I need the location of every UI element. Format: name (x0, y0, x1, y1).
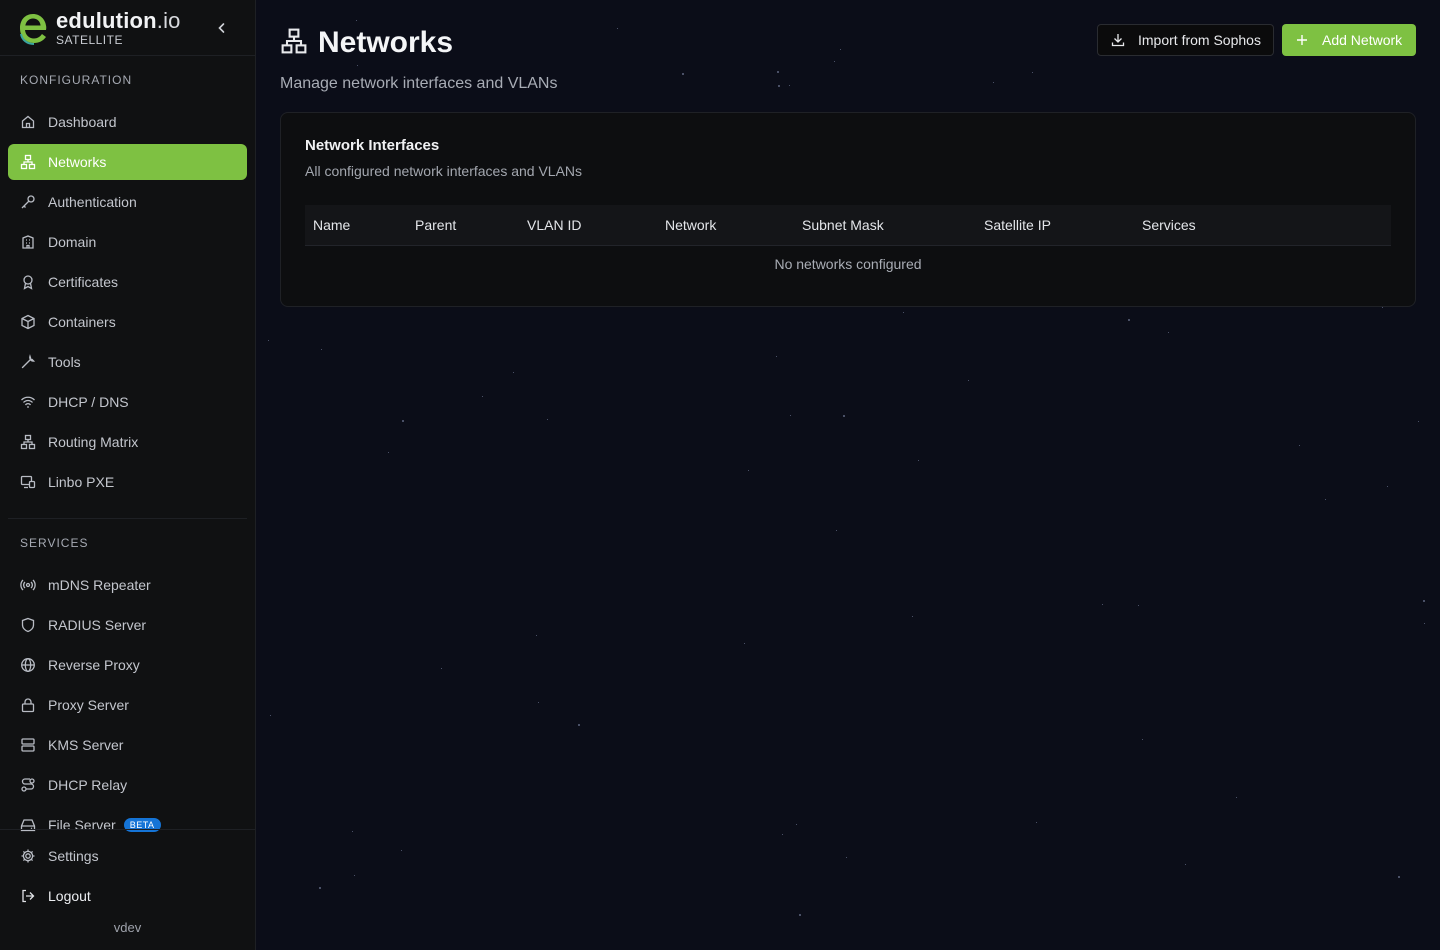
gear-icon (20, 848, 36, 864)
page-header: Networks Manage network interfaces and V… (280, 24, 557, 93)
logout-label: Logout (48, 888, 91, 904)
sidebar-item-label: File Server (48, 817, 116, 833)
home-icon (20, 114, 36, 130)
sidebar-item-label: Linbo PXE (48, 474, 115, 490)
section-title-services: SERVICES (20, 536, 89, 550)
column-header-services[interactable]: Services (1142, 217, 1196, 233)
card-description: All configured network interfaces and VL… (305, 163, 583, 179)
sidebar-item-label: Authentication (48, 194, 137, 210)
sidebar-item-linbo-pxe[interactable]: Linbo PXE (8, 464, 247, 500)
sidebar-item-proxy-server[interactable]: Proxy Server (8, 687, 247, 723)
sidebar-item-settings[interactable]: Settings (8, 838, 247, 874)
empty-state-message: No networks configured (774, 256, 922, 272)
column-header-parent[interactable]: Parent (415, 217, 456, 233)
sidebar-item-label: DHCP / DNS (48, 394, 129, 410)
add-network-button[interactable]: Add Network (1282, 24, 1416, 56)
sidebar-item-radius-server[interactable]: RADIUS Server (8, 607, 247, 643)
sidebar: edulution.io SATELLITE KONFIGURATION Das… (0, 0, 256, 950)
edulution-logo-icon (18, 10, 48, 46)
network-icon (280, 27, 308, 60)
sidebar-item-label: Networks (48, 154, 107, 170)
sidebar-item-tools[interactable]: Tools (8, 344, 247, 380)
sidebar-item-label: DHCP Relay (48, 777, 128, 793)
sidebar-item-certificates[interactable]: Certificates (8, 264, 247, 300)
column-header-subnet-mask[interactable]: Subnet Mask (802, 217, 884, 233)
sidebar-item-routing-matrix[interactable]: Routing Matrix (8, 424, 247, 460)
key-icon (20, 194, 36, 210)
route-icon (20, 777, 36, 793)
column-header-satellite-ip[interactable]: Satellite IP (984, 217, 1051, 233)
card-title: Network Interfaces (305, 137, 440, 154)
column-header-name[interactable]: Name (313, 217, 350, 233)
sidebar-item-dhcp-relay[interactable]: DHCP Relay (8, 767, 247, 803)
globe-icon (20, 657, 36, 673)
settings-label: Settings (48, 848, 99, 864)
import-from-sophos-button[interactable]: Import from Sophos (1097, 24, 1274, 56)
plus-icon (1294, 32, 1310, 48)
sidebar-item-label: Routing Matrix (48, 434, 139, 450)
sidebar-item-domain[interactable]: Domain (8, 224, 247, 260)
import-button-label: Import from Sophos (1138, 32, 1261, 48)
version-label: vdev (113, 920, 142, 935)
logout-icon (20, 888, 36, 904)
networks-table: Name Parent VLAN ID Network Subnet Mask … (305, 205, 1391, 282)
sidebar-footer-divider (0, 829, 255, 830)
sidebar-item-label: KMS Server (48, 737, 124, 753)
box-icon (20, 314, 36, 330)
sidebar-item-label: RADIUS Server (48, 617, 147, 633)
nav-services: mDNS Repeater RADIUS Server Reverse Prox… (0, 567, 255, 843)
wifi-icon (20, 394, 36, 410)
sidebar-item-label: Containers (48, 314, 116, 330)
network-icon (20, 434, 36, 450)
award-icon (20, 274, 36, 290)
sidebar-item-label: Reverse Proxy (48, 657, 140, 673)
network-interfaces-card: Network Interfaces All configured networ… (280, 112, 1416, 307)
sidebar-item-reverse-proxy[interactable]: Reverse Proxy (8, 647, 247, 683)
chevron-left-icon (218, 23, 225, 33)
collapse-sidebar-button[interactable] (212, 18, 232, 38)
logout-button[interactable]: Logout (8, 878, 247, 914)
brand-name: edulution.io (56, 7, 181, 33)
sidebar-item-dashboard[interactable]: Dashboard (8, 104, 247, 140)
lock-icon (20, 697, 36, 713)
sidebar-item-dhcp-dns[interactable]: DHCP / DNS (8, 384, 247, 420)
sidebar-item-label: Proxy Server (48, 697, 129, 713)
radio-icon (20, 577, 36, 593)
hard-drive-icon (20, 817, 36, 833)
sidebar-item-kms-server[interactable]: KMS Server (8, 727, 247, 763)
page-description: Manage network interfaces and VLANs (280, 75, 558, 92)
add-button-label: Add Network (1322, 32, 1403, 48)
building-icon (20, 234, 36, 250)
sidebar-item-containers[interactable]: Containers (8, 304, 247, 340)
main-content: Networks Manage network interfaces and V… (256, 0, 1440, 950)
sidebar-item-label: Domain (48, 234, 97, 250)
sidebar-item-networks[interactable]: Networks (8, 144, 247, 180)
section-title-konfiguration: KONFIGURATION (20, 73, 133, 87)
column-header-network[interactable]: Network (665, 217, 716, 233)
sidebar-item-label: mDNS Repeater (48, 577, 151, 593)
sidebar-item-label: Certificates (48, 274, 119, 290)
sidebar-item-label: Tools (48, 354, 81, 370)
table-header: Name Parent VLAN ID Network Subnet Mask … (305, 205, 1391, 246)
shield-icon (20, 617, 36, 633)
sidebar-item-label: Dashboard (48, 114, 117, 130)
sidebar-item-mdns-repeater[interactable]: mDNS Repeater (8, 567, 247, 603)
server-icon (20, 737, 36, 753)
brand-subtitle: SATELLITE (56, 32, 123, 47)
nav-konfiguration: Dashboard Networks Authentication Domain… (0, 104, 255, 500)
monitor-icon (20, 474, 36, 490)
page-title: Networks (318, 26, 454, 59)
download-icon (1110, 32, 1126, 48)
column-header-vlan-id[interactable]: VLAN ID (527, 217, 581, 233)
brand-header: edulution.io SATELLITE (0, 0, 255, 56)
wrench-icon (20, 354, 36, 370)
nav-footer: Settings Logout (0, 838, 255, 918)
sidebar-item-authentication[interactable]: Authentication (8, 184, 247, 220)
network-icon (20, 154, 36, 170)
